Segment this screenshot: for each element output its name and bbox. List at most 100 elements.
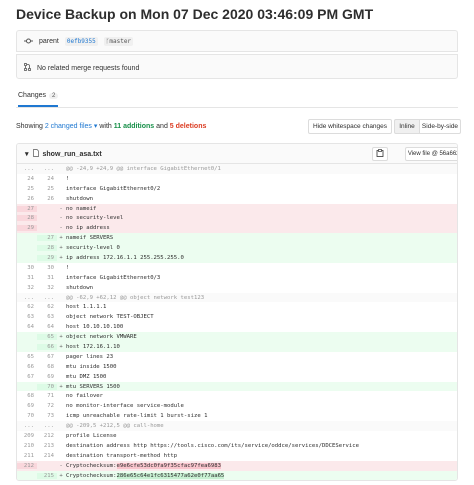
diff-line: 213216 : end [17, 481, 457, 482]
new-line-number[interactable]: 212 [37, 433, 57, 439]
new-line-number[interactable]: 68 [37, 364, 57, 370]
new-line-number[interactable]: 213 [37, 443, 57, 449]
old-line-number[interactable]: ... [17, 295, 37, 301]
new-line-number[interactable]: 65 [37, 334, 57, 341]
new-line-number[interactable]: ... [37, 423, 57, 429]
side-by-side-button[interactable]: Side-by-side [419, 119, 461, 134]
line-code: Cryptochecksum:e9e6cfe53dc0fa9f35cfac97f… [66, 462, 221, 469]
diff-sign: - [59, 215, 63, 222]
line-code: host 10.10.10.100 [66, 324, 124, 331]
line-code: @@ -62,9 +62,12 @@ object network test12… [66, 294, 205, 301]
diff-line: 24 24 ! [17, 174, 457, 184]
old-line-number[interactable]: 31 [17, 275, 37, 281]
old-line-number[interactable]: 24 [17, 176, 37, 182]
old-line-number[interactable]: 30 [17, 265, 37, 271]
diff-line: 210 213 destination address http https://… [17, 441, 457, 451]
inline-view-button[interactable]: Inline [394, 119, 420, 134]
line-code: profile License [66, 432, 117, 439]
line-code: mtu inside 1500 [66, 363, 117, 370]
line-code: Cryptochecksum:286e65c64e1fc6315477a62e0… [66, 472, 225, 479]
old-line-number[interactable]: 62 [17, 304, 37, 310]
old-line-number[interactable]: 63 [17, 314, 37, 320]
old-line-number[interactable]: 69 [17, 403, 37, 409]
new-line-number[interactable]: 73 [37, 413, 57, 419]
view-file-button[interactable]: View file @ 56a6622e [405, 147, 457, 161]
changed-files-dropdown[interactable]: 2 changed files ▾ [45, 123, 98, 130]
old-line-number[interactable]: 68 [17, 393, 37, 399]
merge-request-icon [23, 62, 32, 73]
diff-line: 29 - no ip address [17, 223, 457, 234]
file-name[interactable]: show_run_asa.txt [43, 151, 102, 158]
new-line-number[interactable]: 72 [37, 403, 57, 409]
new-line-number[interactable]: 27 [37, 235, 57, 242]
old-line-number[interactable]: 28 [17, 215, 37, 222]
old-line-number[interactable]: 67 [17, 374, 37, 380]
new-line-number[interactable]: 64 [37, 324, 57, 330]
old-line-number[interactable]: 66 [17, 364, 37, 370]
old-line-number[interactable]: 70 [17, 413, 37, 419]
new-line-number[interactable]: ... [37, 166, 57, 172]
old-line-number[interactable]: ... [17, 166, 37, 172]
line-code: ip address 172.16.1.1 255.255.255.0 [66, 254, 184, 261]
diff-body: ...... @@ -24,9 +24,9 @@ interface Gigabi… [17, 164, 457, 482]
diff-hunk-header: ...... @@ -209,5 +212,5 @@ call-home [17, 421, 457, 432]
new-line-number[interactable]: 32 [37, 285, 57, 291]
new-line-number[interactable]: 28 [37, 245, 57, 252]
collapse-chevron-icon[interactable]: ▾ [25, 150, 29, 158]
old-line-number[interactable]: 210 [17, 443, 37, 449]
old-line-number[interactable]: 212 [17, 462, 37, 469]
new-line-number[interactable]: 62 [37, 304, 57, 310]
diff-sign: + [59, 245, 63, 252]
line-code: mtu DMZ 1500 [66, 373, 107, 380]
new-line-number[interactable]: 67 [37, 354, 57, 360]
new-line-number[interactable]: ... [37, 295, 57, 301]
diff-line: 69 72 no monitor-interface service-module [17, 401, 457, 411]
line-code: interface GigabitEthernet0/2 [66, 185, 161, 192]
line-code: pager lines 23 [66, 353, 114, 360]
line-code: ! [66, 175, 70, 182]
new-line-number[interactable]: 66 [37, 343, 57, 350]
hide-whitespace-button[interactable]: Hide whitespace changes [308, 119, 392, 134]
old-line-number[interactable]: 211 [17, 453, 37, 459]
old-line-number[interactable]: 29 [17, 225, 37, 232]
diff-line: 25 25 interface GigabitEthernet0/2 [17, 184, 457, 194]
new-line-number[interactable]: 70 [37, 383, 57, 390]
merge-requests-text: No related merge requests found [37, 64, 140, 72]
parent-sha-link[interactable]: 0efb9355 [64, 37, 98, 46]
new-line-number[interactable]: 63 [37, 314, 57, 320]
old-line-number[interactable]: 64 [17, 324, 37, 330]
new-line-number[interactable]: 30 [37, 265, 57, 271]
new-line-number[interactable]: 31 [37, 275, 57, 281]
line-code: mtu SERVERS 1500 [66, 383, 120, 390]
commit-parent-bar: parent 0efb9355 ᚴmaster [16, 30, 458, 52]
old-line-number[interactable]: 27 [17, 205, 37, 212]
new-line-number[interactable]: 26 [37, 196, 57, 202]
new-line-number[interactable]: 69 [37, 374, 57, 380]
old-line-number[interactable]: 26 [17, 196, 37, 202]
new-line-number[interactable]: 215 [37, 472, 57, 479]
copy-file-path-button[interactable] [372, 147, 388, 161]
new-line-number[interactable]: 29 [37, 254, 57, 261]
line-code: nameif SERVERS [66, 235, 114, 242]
new-line-number[interactable]: 71 [37, 393, 57, 399]
line-code: no security-level [66, 215, 124, 222]
diff-sign: + [59, 235, 63, 242]
new-line-number[interactable]: 214 [37, 453, 57, 459]
new-line-number[interactable]: 25 [37, 186, 57, 192]
old-line-number[interactable]: 32 [17, 285, 37, 291]
old-line-number[interactable]: 209 [17, 433, 37, 439]
changes-count-badge: 2 [49, 92, 59, 99]
clipboard-icon [376, 149, 384, 159]
old-line-number[interactable]: 65 [17, 354, 37, 360]
old-line-number[interactable]: ... [17, 423, 37, 429]
diff-line: 212 - Cryptochecksum:e9e6cfe53dc0fa9f35cf… [17, 460, 457, 471]
diff-line: 66 68 mtu inside 1500 [17, 362, 457, 372]
diff-summary: Showing 2 changed files ▾ with 11 additi… [16, 123, 207, 130]
diff-hunk-header: ...... @@ -24,9 +24,9 @@ interface Gigabi… [17, 164, 457, 174]
diff-line: 31 31 interface GigabitEthernet0/3 [17, 273, 457, 283]
new-line-number[interactable]: 24 [37, 176, 57, 182]
diff-line: 32 32 shutdown [17, 283, 457, 293]
old-line-number[interactable]: 25 [17, 186, 37, 192]
tab-changes[interactable]: Changes 2 [18, 92, 59, 107]
branch-tag[interactable]: ᚴmaster [103, 37, 134, 46]
